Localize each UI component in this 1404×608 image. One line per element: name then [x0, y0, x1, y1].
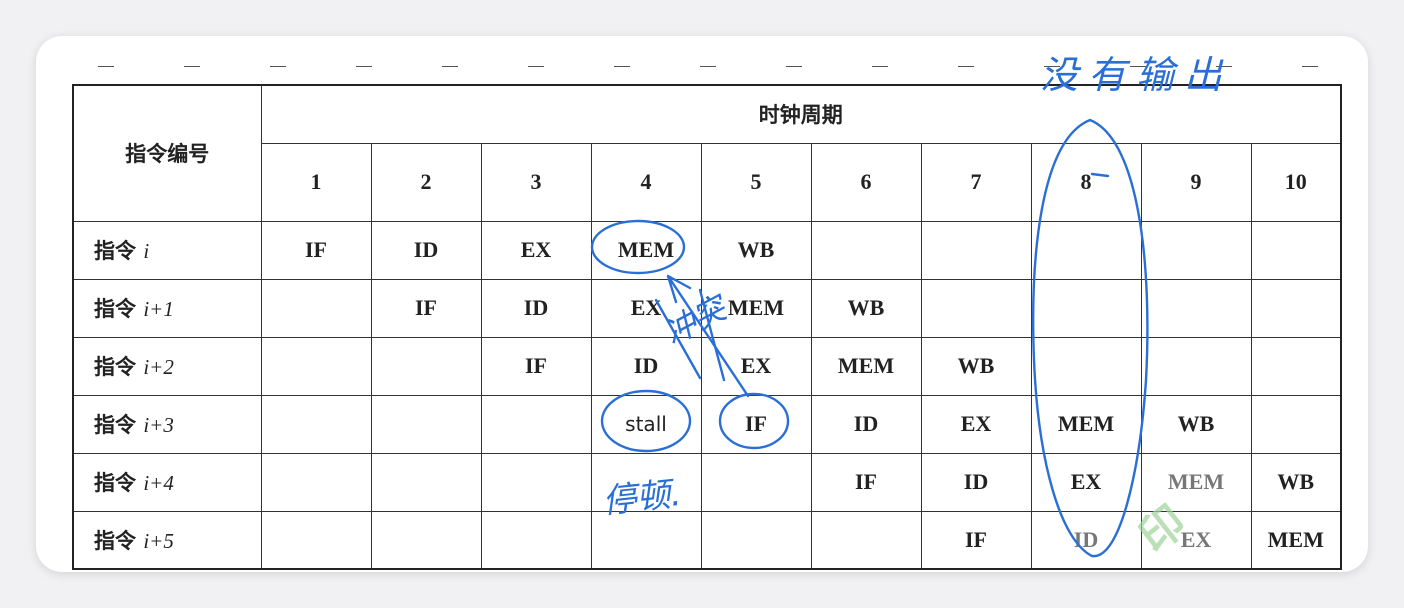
- stage-cell: WB: [700, 220, 812, 280]
- instruction-label-prefix: 指令: [94, 297, 144, 321]
- instruction-label-index: i+4: [143, 471, 174, 495]
- cycle-header-1: 1: [260, 142, 372, 222]
- stage-cell: EX: [920, 394, 1032, 454]
- stage-cell: [920, 278, 1032, 338]
- stage-cell: [1030, 220, 1142, 280]
- stage-cell: MEM: [1250, 510, 1342, 570]
- stage-cell: [1030, 336, 1142, 396]
- cycle-header-7: 7: [920, 142, 1032, 222]
- stage-cell: WB: [1250, 452, 1342, 512]
- stage-cell: WB: [1140, 394, 1252, 454]
- stage-cell: EX: [700, 336, 812, 396]
- cycle-header-6: 6: [810, 142, 922, 222]
- stage-cell: [1140, 220, 1252, 280]
- stage-cell: MEM: [1030, 394, 1142, 454]
- stage-cell: [1140, 278, 1252, 338]
- stage-cell: IF: [700, 394, 812, 454]
- stage-cell: [260, 336, 372, 396]
- stage-cell: ID: [480, 278, 592, 338]
- cycle-header-2: 2: [370, 142, 482, 222]
- instruction-label-prefix: 指令: [94, 528, 144, 553]
- stage-cell: ID: [1030, 510, 1142, 570]
- instruction-label: 指令 i+3: [72, 394, 262, 454]
- cycle-number-row: 1 2 3 4 5 6 7 8 9 10: [73, 142, 1342, 222]
- stage-cell: [370, 452, 482, 512]
- stage-cell: MEM: [590, 220, 702, 280]
- stage-cell: [480, 452, 592, 512]
- stage-cell: [370, 336, 482, 396]
- instruction-label-index: i+5: [143, 528, 174, 553]
- instruction-label-index: i+1: [143, 297, 174, 321]
- instruction-label-prefix: 指令: [94, 239, 144, 263]
- stage-cell: MEM: [810, 336, 922, 396]
- stage-cell: ID: [370, 220, 482, 280]
- stage-cell: stall: [590, 394, 702, 454]
- instruction-label: 指令 i+2: [72, 336, 262, 396]
- cycle-header-5: 5: [700, 142, 812, 222]
- stage-cell: [1250, 220, 1342, 280]
- instruction-label-prefix: 指令: [94, 355, 144, 379]
- instruction-label-index: i: [143, 239, 150, 263]
- instruction-label-index: i+3: [143, 413, 174, 437]
- stage-cell: WB: [920, 336, 1032, 396]
- stage-cell: IF: [260, 220, 372, 280]
- stage-cell: [1250, 336, 1342, 396]
- stage-cell: [480, 394, 592, 454]
- stage-cell: [810, 220, 922, 280]
- stage-cell: [260, 510, 372, 570]
- instruction-number-header: 指令编号: [72, 84, 262, 222]
- stage-cell: ID: [810, 394, 922, 454]
- instruction-label: 指令 i+4: [72, 452, 262, 512]
- stage-cell: EX: [480, 220, 592, 280]
- stage-cell: WB: [810, 278, 922, 338]
- stage-cell: [480, 510, 592, 570]
- instruction-label: 指令 i: [72, 220, 262, 280]
- cycle-header-3: 3: [480, 142, 592, 222]
- top-right-note: 没有输出: [1040, 53, 1233, 97]
- stage-cell: IF: [920, 510, 1032, 570]
- instruction-label: 指令 i+1: [72, 278, 262, 338]
- cycle-header-10: 10: [1250, 142, 1342, 222]
- stage-cell: [700, 452, 812, 512]
- stage-cell: [370, 510, 482, 570]
- instruction-label-index: i+2: [143, 355, 174, 379]
- stage-cell: [260, 394, 372, 454]
- instruction-label-prefix: 指令: [94, 413, 144, 437]
- stage-cell: ID: [920, 452, 1032, 512]
- stage-cell: [260, 278, 372, 338]
- stage-cell: IF: [370, 278, 482, 338]
- stage-cell: [810, 510, 922, 570]
- cycle-header-4: 4: [590, 142, 702, 222]
- stage-cell: [920, 220, 1032, 280]
- stage-cell: [1250, 278, 1342, 338]
- stage-cell: [1250, 394, 1342, 454]
- table-row: 指令 i+2 IF ID EX MEM WB: [72, 336, 1342, 396]
- instruction-label: 指令 i+5: [72, 510, 262, 570]
- stage-cell: [1140, 336, 1252, 396]
- stage-cell: [1030, 278, 1142, 338]
- stage-cell: [260, 452, 372, 512]
- stage-cell: EX: [1030, 452, 1142, 512]
- stage-cell: IF: [810, 452, 922, 512]
- cycle-header-8: 8: [1030, 142, 1142, 222]
- cycle-header-9: 9: [1140, 142, 1252, 222]
- table-row: 指令 i+3 stall IF ID EX MEM WB: [72, 394, 1342, 454]
- stage-cell: [700, 510, 812, 570]
- stall-note: 停顿.: [600, 473, 684, 522]
- stage-cell: [370, 394, 482, 454]
- stage-cell: IF: [480, 336, 592, 396]
- table-row: 指令 i IF ID EX MEM WB: [72, 220, 1342, 280]
- instruction-label-prefix: 指令: [94, 471, 144, 495]
